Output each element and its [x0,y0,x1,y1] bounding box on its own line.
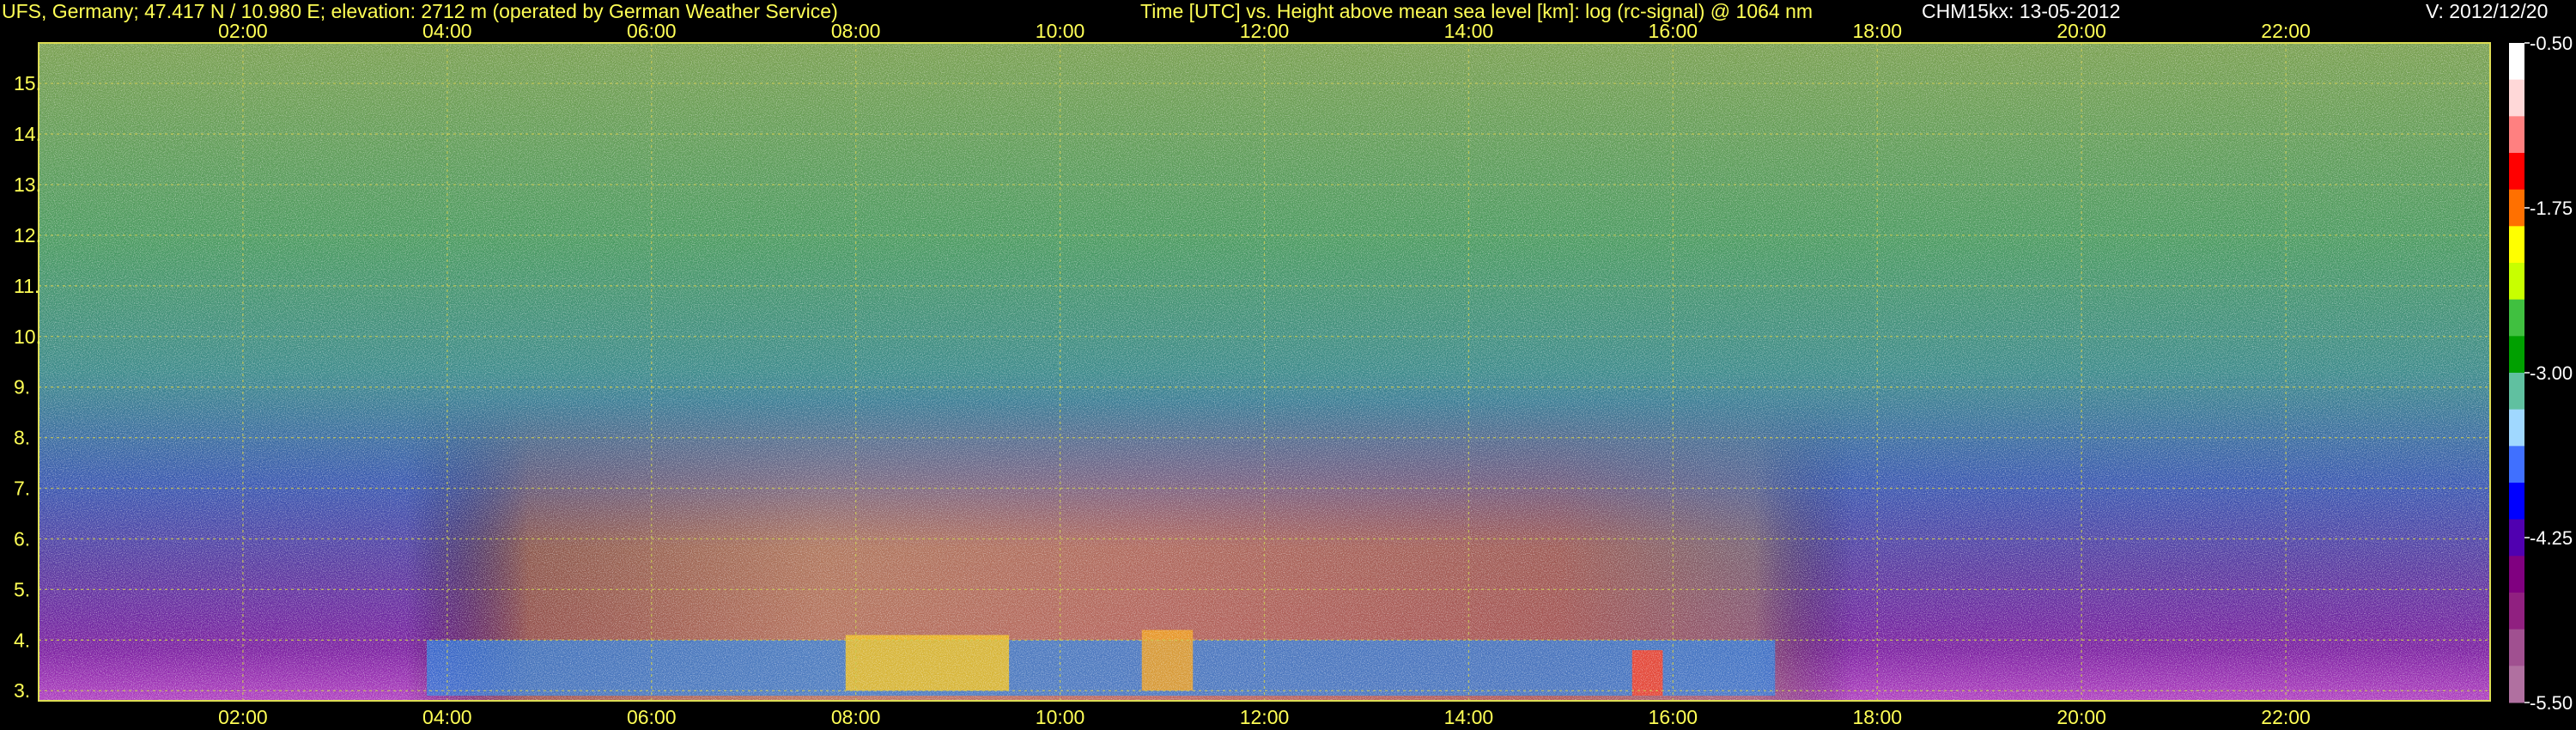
x-tick-label-bottom: 10:00 [1036,706,1085,728]
colorbar-label: -5.50 [2530,692,2573,714]
y-tick-label: 10. [14,325,41,348]
colorbar-segment [2509,226,2524,264]
y-tick-label: 13. [14,173,41,196]
x-tick-label-top: 04:00 [422,20,472,42]
x-tick-label-bottom: 20:00 [2057,706,2106,728]
colorbar-segment [2509,409,2524,447]
y-tick-label: 12. [14,224,41,246]
colorbar-segment [2509,666,2524,703]
x-tick-label-bottom: 22:00 [2261,706,2311,728]
x-tick-label-bottom: 04:00 [422,706,472,728]
x-tick-label-top: 06:00 [627,20,677,42]
x-tick-label-bottom: 06:00 [627,706,677,728]
colorbar-segment [2509,79,2524,117]
y-tick-label: 3. [14,679,30,702]
colorbar-label: -4.25 [2530,527,2573,549]
x-tick-label-top: 22:00 [2261,20,2311,42]
y-tick-label: 5. [14,578,30,600]
x-tick-label-top: 18:00 [1852,20,1902,42]
x-tick-label-bottom: 02:00 [218,706,268,728]
colorbar-segment [2509,153,2524,191]
x-tick-label-bottom: 16:00 [1649,706,1698,728]
x-tick-label-top: 14:00 [1444,20,1494,42]
x-tick-label-top: 10:00 [1036,20,1085,42]
x-tick-label-top: 20:00 [2057,20,2106,42]
x-tick-label-bottom: 08:00 [831,706,881,728]
y-tick-label: 11. [14,275,39,297]
colorbar-segment [2509,593,2524,630]
y-tick-label: 8. [14,427,30,449]
colorbar-segment [2509,483,2524,520]
x-tick-label-bottom: 18:00 [1852,706,1902,728]
y-tick-label: 14. [14,123,41,145]
y-tick-label: 9. [14,376,30,398]
colorbar-segment [2509,519,2524,557]
colorbar-label: -1.75 [2530,198,2573,219]
y-tick-label: 4. [14,629,30,651]
colorbar-segment [2509,446,2524,484]
colorbar-segment [2509,629,2524,666]
x-tick-label-bottom: 14:00 [1444,706,1494,728]
y-tick-label: 7. [14,478,30,500]
colorbar-segment [2509,189,2524,227]
y-tick-label: 6. [14,527,30,550]
colorbar-segment [2509,556,2524,593]
x-tick-label-top: 12:00 [1240,20,1290,42]
x-tick-label-top: 02:00 [218,20,268,42]
x-tick-label-bottom: 12:00 [1240,706,1290,728]
x-tick-label-top: 08:00 [831,20,881,42]
colorbar-label: -0.50 [2530,33,2573,54]
y-tick-label: 15. [14,72,41,94]
backscatter-chart: 02:00 02:00 04:00 04:00 06:00 06:00 08:00 08:00… [14,20,2573,728]
colorbar-segment [2509,43,2524,81]
colorbar-segment [2509,263,2524,301]
x-tick-label-top: 16:00 [1649,20,1698,42]
colorbar-segment [2509,373,2524,411]
colorbar-label: -3.00 [2530,362,2573,384]
colorbar-segment [2509,336,2524,374]
colorbar-segment [2509,116,2524,154]
colorbar-segment [2509,299,2524,337]
